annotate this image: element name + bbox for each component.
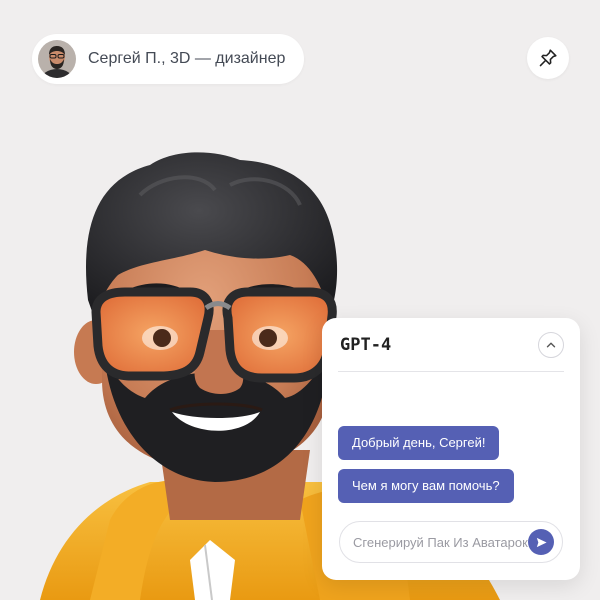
pin-icon: [539, 49, 557, 67]
profile-name: Сергей П., 3D — дизайнер: [88, 50, 286, 67]
chat-panel: GPT-4 Добрый день, Сергей! Чем я могу ва…: [322, 318, 580, 580]
chat-messages: Добрый день, Сергей! Чем я могу вам помо…: [338, 426, 514, 503]
send-button[interactable]: [528, 529, 554, 555]
chevron-up-icon: [546, 342, 556, 347]
profile-avatar: [38, 40, 76, 78]
person-avatar-icon: [38, 40, 76, 78]
chat-input-box: [339, 521, 563, 563]
chat-message: Добрый день, Сергей!: [338, 426, 500, 460]
pin-button[interactable]: [527, 37, 569, 79]
send-icon: [536, 537, 547, 547]
chat-title: GPT-4: [340, 334, 392, 355]
chat-header: GPT-4: [338, 318, 564, 372]
collapse-button[interactable]: [538, 331, 564, 358]
profile-pill[interactable]: Сергей П., 3D — дизайнер: [32, 34, 304, 84]
chat-message: Чем я могу вам помочь?: [338, 469, 514, 503]
chat-input[interactable]: [353, 534, 528, 550]
